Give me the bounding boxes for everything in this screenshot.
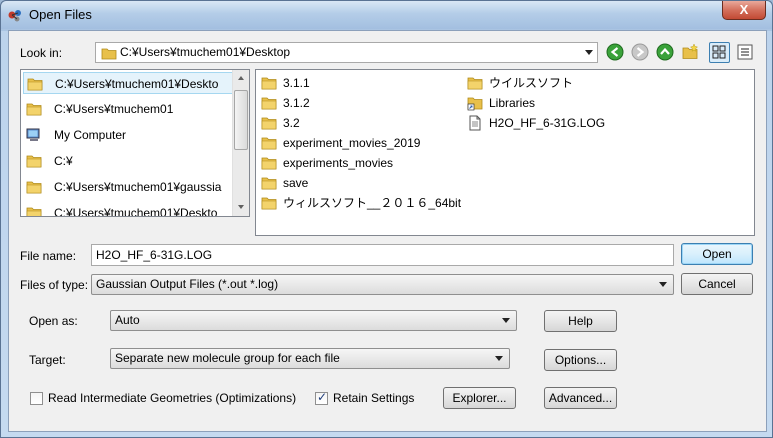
file-type-select[interactable]: Gaussian Output Files (*.out *.log) <box>91 274 674 295</box>
scroll-thumb[interactable] <box>234 90 248 150</box>
file-name: ウイルスソフト <box>489 76 574 90</box>
help-button[interactable]: Help <box>544 310 617 332</box>
sidebar-item-label: C:¥Users¥tmuchem01¥Deskto <box>55 77 219 91</box>
grid-glyph-icon <box>712 45 726 59</box>
sidebar-item[interactable]: C:¥Users¥tmuchem01¥gaussia <box>23 176 233 198</box>
open-as-label: Open as: <box>29 314 78 328</box>
folder-icon <box>26 181 42 194</box>
file-type-label: Files of type: <box>20 278 89 292</box>
detail-view-icon[interactable] <box>736 43 754 61</box>
sidebar-item-label: C:¥Users¥tmuchem01¥gaussia <box>54 180 222 194</box>
file-name: H2O_HF_6-31G.LOG <box>489 116 606 130</box>
look-in-label: Look in: <box>20 46 63 60</box>
retain-settings-checkbox[interactable] <box>315 390 328 405</box>
folder-icon <box>27 78 43 91</box>
folder-icon <box>261 177 277 190</box>
folder-icon <box>101 48 117 60</box>
sidebar-item[interactable]: C:¥ <box>23 150 233 172</box>
sidebar-item[interactable]: C:¥Users¥tmuchem01 <box>23 98 233 120</box>
folder-icon <box>467 77 483 90</box>
sidebar-scrollbar[interactable] <box>232 70 249 216</box>
read-intermediate-checkbox[interactable] <box>30 392 43 405</box>
file-name: ウィルスソフト__２０１６_64bit <box>283 196 462 210</box>
close-button[interactable]: X <box>722 1 766 20</box>
open-as-value: Auto <box>115 313 140 327</box>
file-name: save <box>283 176 309 190</box>
look-in-combo[interactable]: C:¥Users¥tmuchem01¥Desktop <box>95 42 598 63</box>
file-name-label: File name: <box>20 249 77 263</box>
target-label: Target: <box>29 353 66 367</box>
sidebar-item[interactable]: C:¥Users¥tmuchem01¥Deskto <box>23 202 233 217</box>
scroll-down-icon[interactable] <box>233 199 249 216</box>
chevron-down-icon[interactable] <box>659 282 667 287</box>
sidebar-item[interactable]: My Computer <box>23 124 233 146</box>
target-value: Separate new molecule group for each fil… <box>115 351 340 365</box>
dialog-window: Open Files X Look in: C:¥Users¥tmuchem01… <box>0 0 773 438</box>
window-title: Open Files <box>29 7 92 22</box>
list-view-icon[interactable] <box>709 42 730 63</box>
file-name: Libraries <box>489 96 536 110</box>
library-icon <box>467 97 483 111</box>
target-select[interactable]: Separate new molecule group for each fil… <box>110 348 510 369</box>
title-bar[interactable]: Open Files X <box>1 1 772 29</box>
dialog-body: Look in: C:¥Users¥tmuchem01¥Desktop C:¥U… <box>8 30 767 432</box>
document-icon <box>469 115 481 131</box>
folder-icon <box>261 117 277 130</box>
sidebar-item-label: My Computer <box>54 128 127 142</box>
folder-icon <box>26 207 42 216</box>
back-icon[interactable] <box>606 43 624 61</box>
sidebar-item-label: C:¥Users¥tmuchem01 <box>54 102 174 116</box>
explorer-button[interactable]: Explorer... <box>443 387 516 409</box>
look-in-value: C:¥Users¥tmuchem01¥Desktop <box>120 45 291 59</box>
folder-icon <box>261 197 277 210</box>
advanced-button[interactable]: Advanced... <box>544 387 617 409</box>
forward-icon[interactable] <box>631 43 649 61</box>
chevron-down-icon[interactable] <box>585 50 593 55</box>
cancel-button[interactable]: Cancel <box>681 273 753 295</box>
folder-icon <box>26 155 42 168</box>
open-as-select[interactable]: Auto <box>110 310 517 331</box>
file-name-input[interactable]: H2O_HF_6-31G.LOG <box>91 244 674 266</box>
file-name: 3.1.1 <box>283 76 310 90</box>
up-icon[interactable] <box>656 43 674 61</box>
sidebar-item[interactable]: C:¥Users¥tmuchem01¥Deskto <box>23 72 233 94</box>
sidebar-item-label: C:¥ <box>54 154 73 168</box>
sidebar-panel: C:¥Users¥tmuchem01¥Deskto C:¥Users¥tmuche… <box>20 69 250 217</box>
file-name: 3.1.2 <box>283 96 310 110</box>
file-name: experiment_movies_2019 <box>283 136 421 150</box>
options-button[interactable]: Options... <box>544 349 617 371</box>
sidebar-item-label: C:¥Users¥tmuchem01¥Deskto <box>54 206 218 217</box>
read-intermediate-label[interactable]: Read Intermediate Geometries (Optimizati… <box>48 391 296 405</box>
open-button[interactable]: Open <box>681 243 753 265</box>
app-icon <box>8 10 21 22</box>
folder-icon <box>26 103 42 116</box>
folder-icon <box>261 77 277 90</box>
chevron-down-icon[interactable] <box>502 318 510 323</box>
retain-settings-label[interactable]: Retain Settings <box>333 391 414 405</box>
file-type-value: Gaussian Output Files (*.out *.log) <box>96 277 279 291</box>
new-folder-icon[interactable] <box>681 43 699 61</box>
file-list-panel: 3.1.1 3.1.2 3.2 experiment_movies_2019exper… <box>255 69 755 236</box>
file-name: experiments_movies <box>283 156 394 170</box>
computer-icon <box>26 128 40 141</box>
folder-icon <box>261 157 277 170</box>
file-name: 3.2 <box>283 116 300 130</box>
folder-icon <box>261 97 277 110</box>
chevron-down-icon[interactable] <box>495 356 503 361</box>
folder-icon <box>261 137 277 150</box>
scroll-up-icon[interactable] <box>233 70 249 87</box>
